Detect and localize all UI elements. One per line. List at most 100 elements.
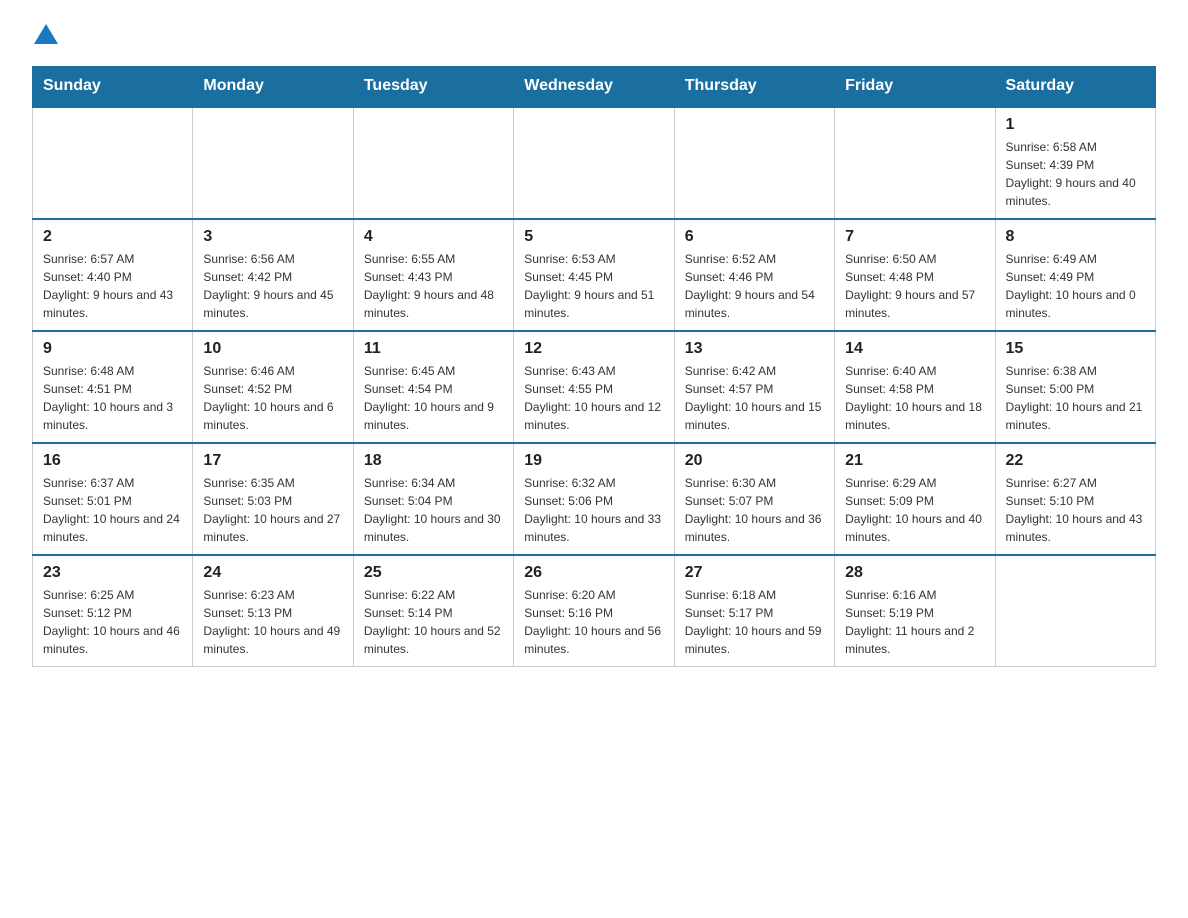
day-number: 12 <box>524 340 663 358</box>
calendar-cell: 19 Sunrise: 6:32 AMSunset: 5:06 PMDayligh… <box>514 443 674 555</box>
day-info: Sunrise: 6:27 AMSunset: 5:10 PMDaylight:… <box>1006 474 1145 546</box>
day-number: 21 <box>845 452 984 470</box>
day-number: 24 <box>203 564 342 582</box>
day-info: Sunrise: 6:55 AMSunset: 4:43 PMDaylight:… <box>364 250 503 322</box>
day-info: Sunrise: 6:23 AMSunset: 5:13 PMDaylight:… <box>203 586 342 658</box>
calendar-cell <box>674 107 834 220</box>
calendar-cell: 28 Sunrise: 6:16 AMSunset: 5:19 PMDayligh… <box>835 555 995 667</box>
day-number: 18 <box>364 452 503 470</box>
calendar-cell: 18 Sunrise: 6:34 AMSunset: 5:04 PMDayligh… <box>353 443 513 555</box>
day-info: Sunrise: 6:42 AMSunset: 4:57 PMDaylight:… <box>685 362 824 434</box>
calendar-cell: 4 Sunrise: 6:55 AMSunset: 4:43 PMDaylight… <box>353 219 513 331</box>
calendar-cell: 26 Sunrise: 6:20 AMSunset: 5:16 PMDayligh… <box>514 555 674 667</box>
day-info: Sunrise: 6:37 AMSunset: 5:01 PMDaylight:… <box>43 474 182 546</box>
calendar-table: Sunday Monday Tuesday Wednesday Thursday… <box>32 66 1156 667</box>
calendar-cell: 9 Sunrise: 6:48 AMSunset: 4:51 PMDaylight… <box>33 331 193 443</box>
day-number: 23 <box>43 564 182 582</box>
day-number: 20 <box>685 452 824 470</box>
day-info: Sunrise: 6:48 AMSunset: 4:51 PMDaylight:… <box>43 362 182 434</box>
calendar-cell: 8 Sunrise: 6:49 AMSunset: 4:49 PMDaylight… <box>995 219 1155 331</box>
day-info: Sunrise: 6:43 AMSunset: 4:55 PMDaylight:… <box>524 362 663 434</box>
calendar-cell: 17Sunrise: 6:35 AMSunset: 5:03 PMDayligh… <box>193 443 353 555</box>
day-number: 28 <box>845 564 984 582</box>
calendar-cell: 22 Sunrise: 6:27 AMSunset: 5:10 PMDayligh… <box>995 443 1155 555</box>
calendar-cell: 3 Sunrise: 6:56 AMSunset: 4:42 PMDaylight… <box>193 219 353 331</box>
header-thursday: Thursday <box>674 67 834 107</box>
day-info: Sunrise: 6:29 AMSunset: 5:09 PMDaylight:… <box>845 474 984 546</box>
day-number: 13 <box>685 340 824 358</box>
logo-triangle-icon <box>34 24 58 44</box>
header-wednesday: Wednesday <box>514 67 674 107</box>
day-number: 15 <box>1006 340 1145 358</box>
day-number: 26 <box>524 564 663 582</box>
day-number: 11 <box>364 340 503 358</box>
calendar-cell: 25 Sunrise: 6:22 AMSunset: 5:14 PMDayligh… <box>353 555 513 667</box>
calendar-cell: 14 Sunrise: 6:40 AMSunset: 4:58 PMDayligh… <box>835 331 995 443</box>
calendar-cell: 7Sunrise: 6:50 AMSunset: 4:48 PMDaylight… <box>835 219 995 331</box>
calendar-week-row: 23 Sunrise: 6:25 AMSunset: 5:12 PMDayligh… <box>33 555 1156 667</box>
day-info: Sunrise: 6:16 AMSunset: 5:19 PMDaylight:… <box>845 586 984 658</box>
day-number: 4 <box>364 228 503 246</box>
day-number: 10 <box>203 340 342 358</box>
day-number: 8 <box>1006 228 1145 246</box>
day-info: Sunrise: 6:52 AMSunset: 4:46 PMDaylight:… <box>685 250 824 322</box>
header-tuesday: Tuesday <box>353 67 513 107</box>
day-number: 6 <box>685 228 824 246</box>
day-info: Sunrise: 6:22 AMSunset: 5:14 PMDaylight:… <box>364 586 503 658</box>
day-info: Sunrise: 6:45 AMSunset: 4:54 PMDaylight:… <box>364 362 503 434</box>
day-info: Sunrise: 6:30 AMSunset: 5:07 PMDaylight:… <box>685 474 824 546</box>
day-info: Sunrise: 6:20 AMSunset: 5:16 PMDaylight:… <box>524 586 663 658</box>
calendar-cell: 2Sunrise: 6:57 AMSunset: 4:40 PMDaylight… <box>33 219 193 331</box>
calendar-cell: 16 Sunrise: 6:37 AMSunset: 5:01 PMDayligh… <box>33 443 193 555</box>
calendar-cell <box>353 107 513 220</box>
calendar-cell: 10 Sunrise: 6:46 AMSunset: 4:52 PMDayligh… <box>193 331 353 443</box>
day-info: Sunrise: 6:40 AMSunset: 4:58 PMDaylight:… <box>845 362 984 434</box>
day-info: Sunrise: 6:34 AMSunset: 5:04 PMDaylight:… <box>364 474 503 546</box>
day-info: Sunrise: 6:53 AMSunset: 4:45 PMDaylight:… <box>524 250 663 322</box>
calendar-cell: 21 Sunrise: 6:29 AMSunset: 5:09 PMDayligh… <box>835 443 995 555</box>
day-number: 14 <box>845 340 984 358</box>
day-number: 19 <box>524 452 663 470</box>
day-info: Sunrise: 6:58 AMSunset: 4:39 PMDaylight:… <box>1006 138 1145 210</box>
day-info: Sunrise: 6:25 AMSunset: 5:12 PMDaylight:… <box>43 586 182 658</box>
calendar-week-row: 1 Sunrise: 6:58 AMSunset: 4:39 PMDaylight… <box>33 107 1156 220</box>
day-number: 16 <box>43 452 182 470</box>
calendar-cell <box>514 107 674 220</box>
calendar-cell: 5 Sunrise: 6:53 AMSunset: 4:45 PMDaylight… <box>514 219 674 331</box>
day-number: 27 <box>685 564 824 582</box>
calendar-cell: 6 Sunrise: 6:52 AMSunset: 4:46 PMDaylight… <box>674 219 834 331</box>
header-friday: Friday <box>835 67 995 107</box>
calendar-cell: 12 Sunrise: 6:43 AMSunset: 4:55 PMDayligh… <box>514 331 674 443</box>
day-info: Sunrise: 6:46 AMSunset: 4:52 PMDaylight:… <box>203 362 342 434</box>
calendar-cell <box>33 107 193 220</box>
day-number: 5 <box>524 228 663 246</box>
calendar-week-row: 2Sunrise: 6:57 AMSunset: 4:40 PMDaylight… <box>33 219 1156 331</box>
logo <box>32 24 58 50</box>
day-number: 22 <box>1006 452 1145 470</box>
day-info: Sunrise: 6:38 AMSunset: 5:00 PMDaylight:… <box>1006 362 1145 434</box>
calendar-cell <box>835 107 995 220</box>
day-info: Sunrise: 6:35 AMSunset: 5:03 PMDaylight:… <box>203 474 342 546</box>
calendar-cell: 23 Sunrise: 6:25 AMSunset: 5:12 PMDayligh… <box>33 555 193 667</box>
day-number: 3 <box>203 228 342 246</box>
calendar-cell: 13 Sunrise: 6:42 AMSunset: 4:57 PMDayligh… <box>674 331 834 443</box>
day-number: 25 <box>364 564 503 582</box>
day-number: 7 <box>845 228 984 246</box>
calendar-cell: 1 Sunrise: 6:58 AMSunset: 4:39 PMDaylight… <box>995 107 1155 220</box>
calendar-cell <box>995 555 1155 667</box>
day-number: 9 <box>43 340 182 358</box>
weekday-header-row: Sunday Monday Tuesday Wednesday Thursday… <box>33 67 1156 107</box>
day-info: Sunrise: 6:49 AMSunset: 4:49 PMDaylight:… <box>1006 250 1145 322</box>
calendar-week-row: 16 Sunrise: 6:37 AMSunset: 5:01 PMDayligh… <box>33 443 1156 555</box>
day-info: Sunrise: 6:32 AMSunset: 5:06 PMDaylight:… <box>524 474 663 546</box>
header-monday: Monday <box>193 67 353 107</box>
day-info: Sunrise: 6:57 AMSunset: 4:40 PMDaylight:… <box>43 250 182 322</box>
calendar-cell: 20 Sunrise: 6:30 AMSunset: 5:07 PMDayligh… <box>674 443 834 555</box>
calendar-cell: 11 Sunrise: 6:45 AMSunset: 4:54 PMDayligh… <box>353 331 513 443</box>
day-info: Sunrise: 6:56 AMSunset: 4:42 PMDaylight:… <box>203 250 342 322</box>
header-saturday: Saturday <box>995 67 1155 107</box>
calendar-week-row: 9 Sunrise: 6:48 AMSunset: 4:51 PMDaylight… <box>33 331 1156 443</box>
day-number: 1 <box>1006 116 1145 134</box>
page-header <box>32 24 1156 50</box>
calendar-cell: 27Sunrise: 6:18 AMSunset: 5:17 PMDayligh… <box>674 555 834 667</box>
